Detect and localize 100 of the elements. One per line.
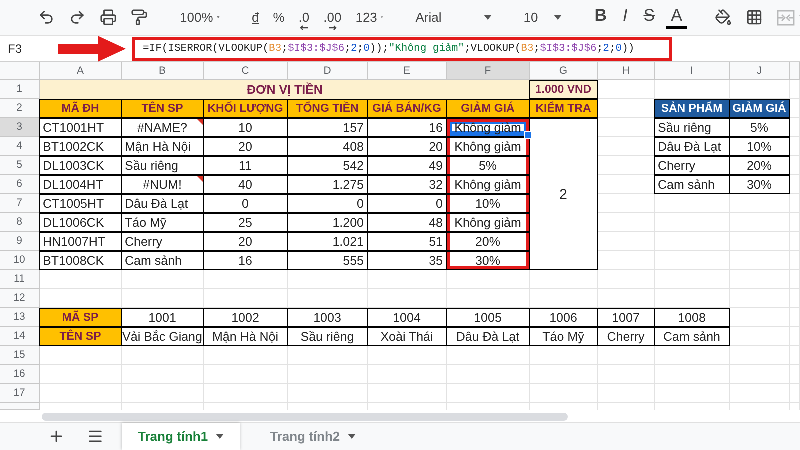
table-cell[interactable]: Không giảm bbox=[446, 137, 530, 156]
column-header[interactable]: H bbox=[598, 62, 655, 80]
column-heading: TỔNG TIỀN bbox=[287, 99, 368, 118]
table-cell: 1005 bbox=[446, 308, 530, 327]
table-cell: 30% bbox=[729, 175, 790, 194]
number-format-button[interactable]: % bbox=[269, 8, 289, 27]
row-header[interactable]: 7 bbox=[0, 194, 40, 213]
number-format-button[interactable]: đ bbox=[248, 8, 264, 27]
font-dropdown[interactable]: Arial bbox=[412, 8, 496, 27]
unit-label: 1.000 VND bbox=[529, 80, 598, 99]
column-header[interactable]: E bbox=[368, 62, 447, 80]
table-cell: Xoài Thái bbox=[367, 327, 447, 346]
table-cell[interactable]: 30% bbox=[446, 251, 530, 270]
text-style-button[interactable]: I bbox=[618, 6, 633, 29]
row-header[interactable]: 1 bbox=[0, 80, 40, 99]
column-heading: KIỂM TRA bbox=[529, 99, 598, 118]
table-cell[interactable]: Không giảm bbox=[446, 175, 530, 194]
table-cell: 0 bbox=[367, 194, 447, 213]
table-cell: 1006 bbox=[529, 308, 598, 327]
row-header[interactable]: 13 bbox=[0, 308, 40, 327]
table-cell: Vải Bắc Giang bbox=[121, 327, 204, 346]
row-header[interactable]: 12 bbox=[0, 289, 40, 308]
text-style-button[interactable]: A bbox=[666, 6, 688, 29]
column-heading: KHỐI LƯỢNG bbox=[203, 99, 288, 118]
table-cell: BT1002CK bbox=[39, 137, 122, 156]
formula-input[interactable]: =IF(ISERROR(VLOOKUP(B3;$I$3:$J$6;2;0));"Không giảm";VLOOKUP(B3;$I$3:$J$6;2;0)) bbox=[132, 36, 672, 60]
table-cell: 157 bbox=[287, 118, 368, 137]
number-format-button[interactable]: .0 bbox=[294, 8, 314, 27]
table-cell: Táo Mỹ bbox=[121, 213, 204, 232]
table-cell[interactable]: 5% bbox=[446, 156, 530, 175]
table-cell: DL1003CK bbox=[39, 156, 122, 175]
column-heading: TÊN SP bbox=[121, 99, 204, 118]
table-cell: 1007 bbox=[597, 308, 655, 327]
column-header[interactable]: C bbox=[204, 62, 288, 80]
table-cell: 20 bbox=[367, 137, 447, 156]
row-header[interactable]: 2 bbox=[0, 99, 40, 118]
table-cell: Cherry bbox=[597, 327, 655, 346]
table-cell: DL1006CK bbox=[39, 213, 122, 232]
row-header[interactable]: 3 bbox=[0, 118, 40, 137]
table-cell: Cam sảnh bbox=[654, 327, 730, 346]
number-format-button[interactable]: .00 bbox=[320, 8, 346, 27]
table-cell[interactable]: Không giảm bbox=[446, 118, 530, 137]
row-header[interactable]: 10 bbox=[0, 251, 40, 270]
row-header[interactable]: 15 bbox=[0, 346, 40, 365]
font-size-dropdown[interactable]: 10 bbox=[520, 8, 566, 27]
table-cell: Cherry bbox=[121, 232, 204, 251]
column-header[interactable]: J bbox=[730, 62, 790, 80]
table-cell[interactable]: 20% bbox=[446, 232, 530, 251]
row-header[interactable]: 16 bbox=[0, 365, 40, 384]
table-cell: 0 bbox=[203, 194, 288, 213]
sheet-tab[interactable]: Trang tính2 bbox=[254, 423, 372, 450]
row-header[interactable]: 14 bbox=[0, 327, 40, 346]
table-cell: CT1001HT bbox=[39, 118, 122, 137]
table-cell: 10% bbox=[729, 137, 790, 156]
more-formats-dropdown[interactable]: 123 bbox=[352, 8, 388, 27]
row-header[interactable]: 5 bbox=[0, 156, 40, 175]
table-cell: Dâu Đà Lạt bbox=[446, 327, 530, 346]
table-cell: 11 bbox=[203, 156, 288, 175]
table-cell: Dâu Đà Lạt bbox=[654, 137, 730, 156]
sheet-tab[interactable]: Trang tính1 bbox=[122, 423, 240, 450]
table-cell: DL1004HT bbox=[39, 175, 122, 194]
column-header[interactable]: G bbox=[530, 62, 598, 80]
row-header[interactable]: 17 bbox=[0, 384, 40, 403]
text-style-button[interactable]: B bbox=[590, 6, 612, 29]
row-header[interactable]: 11 bbox=[0, 270, 40, 289]
row-header[interactable]: 4 bbox=[0, 137, 40, 156]
table-cell: 40 bbox=[203, 175, 288, 194]
table-cell: 1002 bbox=[203, 308, 288, 327]
table-cell: BT1008CK bbox=[39, 251, 122, 270]
table-cell: 20% bbox=[729, 156, 790, 175]
zoom-dropdown[interactable]: 100% bbox=[176, 8, 224, 27]
cell-reference: F3 bbox=[7, 42, 24, 56]
column-header[interactable]: D bbox=[288, 62, 368, 80]
table-cell[interactable]: Không giảm bbox=[446, 213, 530, 232]
table-cell: 0 bbox=[287, 194, 368, 213]
table-cell: Sầu riêng bbox=[287, 327, 368, 346]
column-header[interactable]: B bbox=[122, 62, 204, 80]
table-cell: 10 bbox=[203, 118, 288, 137]
table-cell[interactable]: 10% bbox=[446, 194, 530, 213]
row-header[interactable]: 8 bbox=[0, 213, 40, 232]
column-header[interactable]: A bbox=[40, 62, 122, 80]
table-cell: #NUM! bbox=[121, 175, 204, 194]
column-header[interactable]: F bbox=[447, 62, 530, 80]
table-cell: 35 bbox=[367, 251, 447, 270]
row-header[interactable]: 9 bbox=[0, 232, 40, 251]
text-style-button[interactable]: S bbox=[638, 6, 660, 29]
table-cell: 1008 bbox=[654, 308, 730, 327]
column-header[interactable]: I bbox=[655, 62, 730, 80]
table-cell: 1003 bbox=[287, 308, 368, 327]
table-cell: #NAME? bbox=[121, 118, 204, 137]
table-cell: 1.275 bbox=[287, 175, 368, 194]
table-cell: 16 bbox=[367, 118, 447, 137]
table-cell: 542 bbox=[287, 156, 368, 175]
table-cell: 25 bbox=[203, 213, 288, 232]
table-cell: Sầu riêng bbox=[121, 156, 204, 175]
table-cell: 20 bbox=[203, 232, 288, 251]
table-cell: 51 bbox=[367, 232, 447, 251]
table-cell: 1001 bbox=[121, 308, 204, 327]
row-header[interactable]: 6 bbox=[0, 175, 40, 194]
table-cell: 555 bbox=[287, 251, 368, 270]
